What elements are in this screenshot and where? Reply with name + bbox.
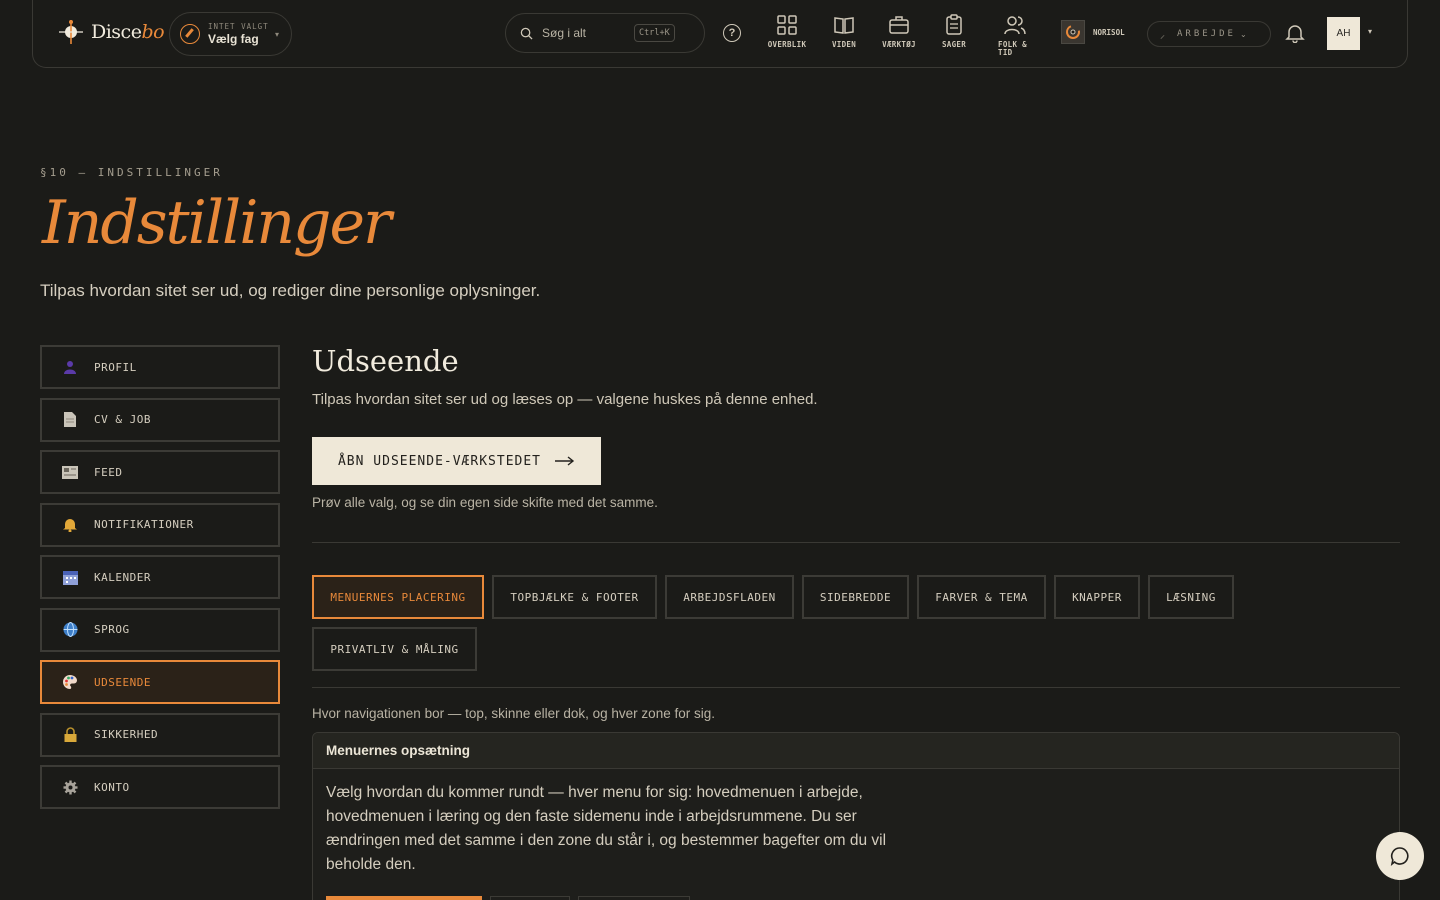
nav-overblik[interactable]: OVERBLIK [760,14,814,49]
subject-status: INTET VALGT [208,22,269,31]
logo-text-accent: bo [141,21,165,43]
clipboard-icon [946,14,962,35]
chat-button[interactable] [1376,832,1424,880]
avatar[interactable]: AH [1327,17,1360,50]
globe-icon [62,622,78,638]
sidebar-item-label: KONTO [94,780,130,794]
nav-label: VIDEN [831,40,857,49]
sidebar-item-label: CV & JOB [94,413,151,426]
search-icon [520,27,533,40]
cta-label: ÅBN UDSEENDE-VÆRKSTEDET [337,453,541,469]
section-subtitle: Tilpas hvordan sitet ser ud og læses op … [312,391,818,408]
nav-label: OVERBLIK [767,40,807,49]
card-body: Vælg hvordan du kommer rundt — hver menu… [326,784,887,873]
palette-icon [62,674,78,690]
subject-label: Vælg fag [208,32,259,46]
nav-vaerktoj[interactable]: VÆRKTØJ [872,14,926,49]
sidebar-item-label: SPROG [94,623,130,636]
caret-down-icon: ▾ [274,30,279,39]
page-title: Indstillinger [42,188,392,258]
sidebar-item-label: KALENDER [94,570,151,584]
sidebar-item-label: UDSEENDE [94,675,151,689]
tab-laesning[interactable]: LÆSNING [1148,575,1234,619]
nav-label: SAGER [941,40,967,49]
caret-down-icon[interactable]: ▾ [1368,27,1372,36]
newspaper-icon [62,464,78,480]
tab-privatliv-maaling[interactable]: PRIVATLIV & MÅLING [312,627,477,671]
section-eyebrow: §10 — INDSTILLINGER [40,166,223,179]
sidebar-item-profil[interactable]: PROFIL [40,345,280,389]
nav-sager[interactable]: SAGER [927,14,981,49]
sidebar-item-label: NOTIFIKATIONER [94,518,194,531]
search-input[interactable]: Søg i alt Ctrl+K [505,13,705,53]
sidebar-item-cv-job[interactable]: CV & JOB [40,397,280,442]
tab-sidebredde[interactable]: SIDEBREDDE [802,575,909,619]
sidebar-item-konto[interactable]: KONTO [40,765,280,809]
chat-bubble-icon [1390,847,1409,866]
logo-icon [57,18,85,46]
section-title: Udseende [312,344,459,378]
nav-viden[interactable]: VIDEN [817,14,871,49]
menu-setup-card: Menuernes opsætning Vælg hvordan du komm… [312,732,1400,900]
chevron-down-icon: ⌄ [1239,29,1247,39]
sidebar-item-kalender[interactable]: KALENDER [40,555,280,599]
sidebar-item-label: SIKKERHED [94,728,159,741]
lock-icon [62,727,78,743]
divider [312,687,1400,688]
mode-label: ARBEJDE [1177,29,1236,39]
tab-topbjaelke-footer[interactable]: TOPBJÆLKE & FOOTER [492,575,657,619]
sidebar-item-notifikationer[interactable]: NOTIFIKATIONER [40,502,280,547]
sidebar-item-udseende[interactable]: UDSEENDE [40,660,280,704]
settings-sidebar: PROFIL CV & JOB FEED NOTIFIKATIONER KALE… [40,345,280,818]
sidebar-item-label: PROFIL [94,360,137,374]
calendar-icon [62,569,78,585]
sidebar-item-label: FEED [94,465,123,479]
card-options [326,896,690,900]
subject-selector[interactable]: INTET VALGT Vælg fag ▾ [169,12,292,56]
card-title: Menuernes opsætning [313,733,1399,769]
help-icon[interactable]: ? [723,24,741,42]
nav-label: VÆRKTØJ [882,40,916,49]
logo[interactable]: Discebo [57,18,165,46]
tab-arbejdsfladen[interactable]: ARBEJDSFLADEN [665,575,794,619]
tab-farver-tema[interactable]: FARVER & TEMA [917,575,1046,619]
person-icon [62,359,78,375]
option-button[interactable] [490,896,570,900]
option-button[interactable] [578,896,690,900]
top-bar: Discebo INTET VALGT Vælg fag ▾ Søg i alt… [32,0,1408,68]
arrow-right-icon [555,456,575,466]
gear-icon [62,779,78,795]
option-button[interactable] [326,896,482,900]
sidebar-item-sikkerhed[interactable]: SIKKERHED [40,712,280,757]
book-icon [834,17,854,34]
grid-icon [777,15,797,35]
tab-knapper[interactable]: KNAPPER [1054,575,1140,619]
sidebar-item-feed[interactable]: FEED [40,450,280,494]
tab-menuernes-placering[interactable]: MENUERNES PLACERING [312,575,484,619]
bell-icon [62,517,78,533]
cta-note: Prøv alle valg, og se din egen side skif… [312,495,658,510]
page-subtitle: Tilpas hvordan sitet ser ud, og rediger … [40,281,541,300]
people-icon [1004,16,1026,35]
sidebar-item-sprog[interactable]: SPROG [40,607,280,652]
search-shortcut: Ctrl+K [634,24,675,42]
zone-note: Hvor navigationen bor — top, skinne elle… [312,706,715,721]
nav-label: FOLK & TID [998,40,1027,57]
org-logo-icon [1061,20,1085,44]
logo-text: Disce [91,21,142,43]
wrench-icon: ⸝ [1160,30,1165,41]
org-name: NORISOL [1093,27,1125,37]
bell-icon[interactable] [1285,23,1305,43]
nav-folk-tid[interactable]: FOLK & TID [988,14,1042,57]
mode-selector[interactable]: ⸝ ARBEJDE ⌄ [1147,21,1271,47]
compass-icon [180,24,200,44]
open-appearance-workshop-button[interactable]: ÅBN UDSEENDE-VÆRKSTEDET [312,437,601,485]
search-placeholder: Søg i alt [542,26,587,40]
divider [312,542,1400,543]
document-icon [62,412,78,428]
briefcase-icon [889,16,909,34]
organization-switcher[interactable]: NORISOL [1061,20,1125,44]
